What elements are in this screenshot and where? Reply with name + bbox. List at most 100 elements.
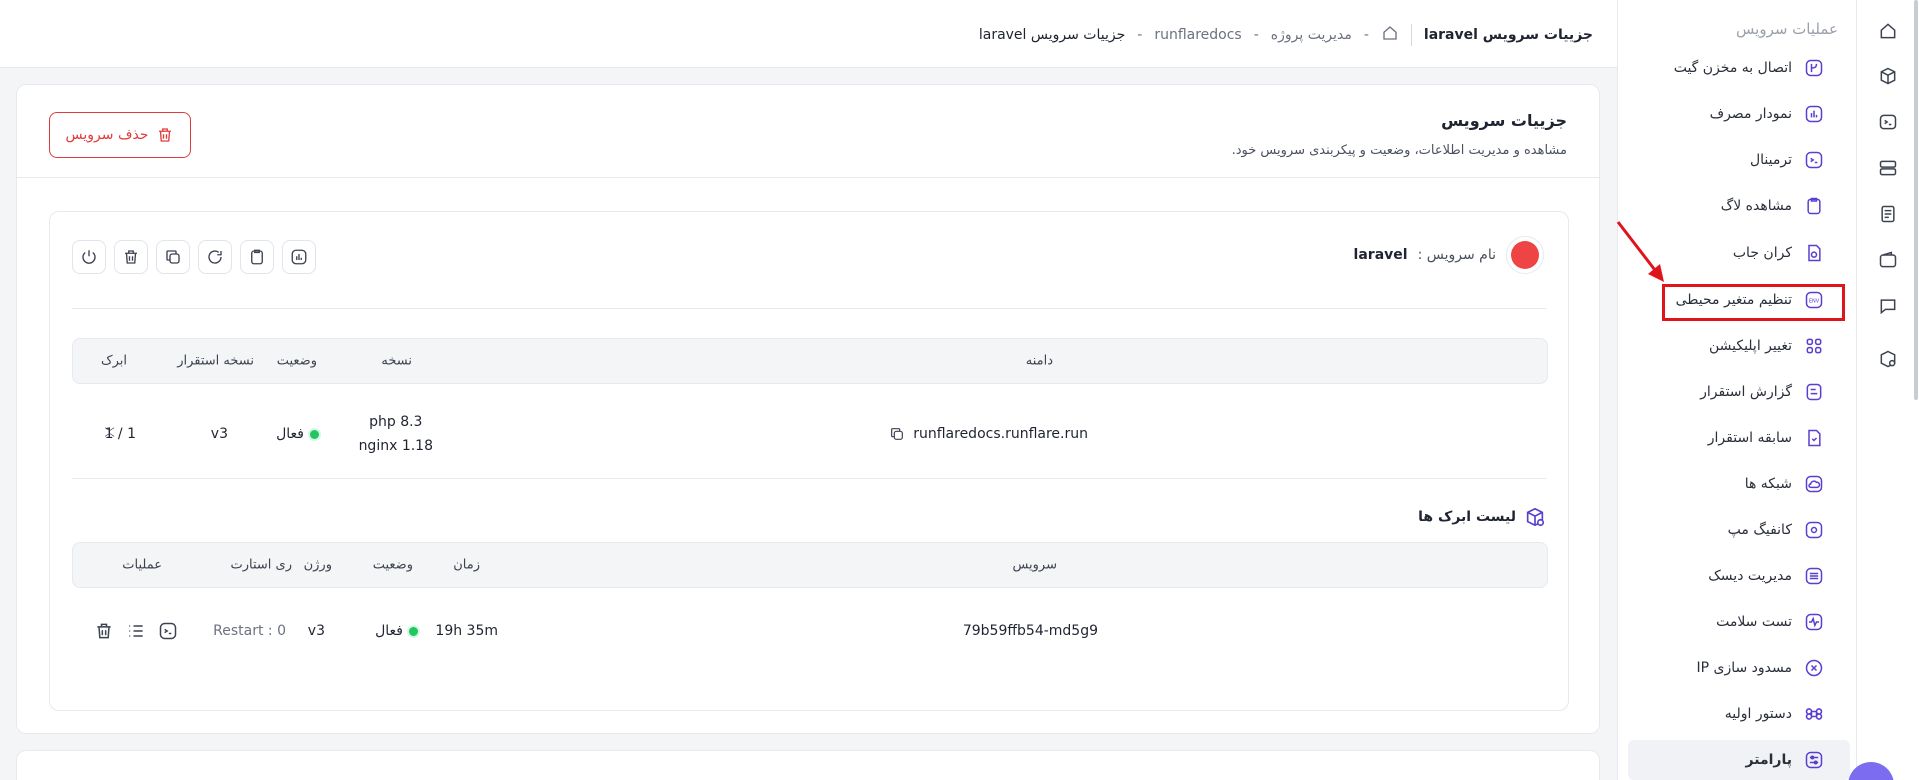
command-icon xyxy=(1804,704,1824,724)
sidebar-item-disk[interactable]: مدیریت دیسک xyxy=(1628,556,1850,596)
sidebar-item-label: شبکه ها xyxy=(1744,476,1792,492)
document-icon[interactable] xyxy=(1877,203,1899,225)
sidebar-item-init-command[interactable]: دستور اولیه xyxy=(1628,694,1850,734)
package-check-icon[interactable] xyxy=(1877,348,1899,370)
delete-button[interactable] xyxy=(114,240,148,274)
report-icon xyxy=(1804,382,1824,402)
terminal-icon[interactable] xyxy=(158,621,178,641)
column-header-cloud: ابرک xyxy=(100,353,127,369)
pod-ops xyxy=(94,621,178,641)
trash-icon[interactable] xyxy=(94,621,114,641)
laravel-logo-icon xyxy=(1506,236,1544,274)
sidebar-item-usage-chart[interactable]: نمودار مصرف xyxy=(1628,94,1850,134)
sidebar-item-networks[interactable]: شبکه ها xyxy=(1628,464,1850,504)
table-row: 79b59ffb54-md5g9 19h 35m فعال v3 Restart… xyxy=(72,596,1548,666)
sidebar-item-change-app[interactable]: تغییر اپلیکیشن xyxy=(1628,326,1850,366)
deploy-version-cell: v3 xyxy=(210,426,228,442)
sidebar-item-parameter[interactable]: پارامتر xyxy=(1628,740,1850,780)
cloud-stepper[interactable]: 1 / 1 ︿ ﹀ xyxy=(105,426,136,442)
service-name: نام سرویس : laravel xyxy=(1354,236,1544,274)
column-header-deploy-version: نسخه استقرار xyxy=(177,353,254,369)
breadcrumb-project[interactable]: runflaredocs xyxy=(1154,27,1241,43)
sidebar-item-deploy-report[interactable]: گزارش استقرار xyxy=(1628,372,1850,412)
delete-service-button[interactable]: حذف سرویس xyxy=(49,112,191,158)
home-icon[interactable] xyxy=(1381,24,1399,46)
service-name-value: laravel xyxy=(1353,247,1408,263)
table-row: runflaredocs.runflare.run php 8.3 nginx … xyxy=(72,392,1548,476)
status-badge: فعال xyxy=(276,426,319,442)
sidebar-item-health-check[interactable]: تست سلامت xyxy=(1628,602,1850,642)
version-cell: php 8.3 nginx 1.18 xyxy=(359,410,433,458)
pod-restarts-cell: Restart : 0 xyxy=(213,623,286,639)
copy-icon[interactable] xyxy=(889,426,905,442)
pod-version-cell: v3 xyxy=(307,623,325,639)
sidebar-item-terminal[interactable]: ترمینال xyxy=(1628,140,1850,180)
sidebar-item-label: کانفیگ مپ xyxy=(1727,522,1792,538)
sidebar-item-ip-block[interactable]: مسدود سازی IP xyxy=(1628,648,1850,688)
copy-icon xyxy=(166,250,180,264)
chevron-down-icon[interactable]: ﹀ xyxy=(105,428,115,440)
service-details-card: جزییات سرویس مشاهده و مدیریت اطلاعات، وض… xyxy=(16,84,1600,734)
sidebar-item-label: تغییر اپلیکیشن xyxy=(1708,338,1792,354)
sidebar-item-configmap[interactable]: کانفیگ مپ xyxy=(1628,510,1850,550)
server-icon[interactable] xyxy=(1877,157,1899,179)
column-header-service: سرویس xyxy=(1012,557,1057,573)
divider xyxy=(72,308,1546,309)
pods-list-title: لیست ابرک ها xyxy=(1418,506,1546,528)
package-check-icon xyxy=(1526,507,1545,527)
delete-service-label: حذف سرویس xyxy=(65,127,149,143)
breadcrumb-separator: - xyxy=(1363,27,1369,43)
git-branch-icon xyxy=(1804,58,1824,78)
wallet-icon[interactable] xyxy=(1877,249,1899,271)
column-header-status: وضعیت xyxy=(276,353,317,369)
sidebar-item-label: مدیریت دیسک xyxy=(1708,568,1792,584)
sidebar-item-label: مشاهده لاگ xyxy=(1720,198,1792,214)
sidebar-item-label: اتصال به مخزن گیت xyxy=(1673,60,1792,76)
terminal-icon[interactable] xyxy=(1877,111,1899,133)
sidebar-item-label: کران جاب xyxy=(1732,245,1792,261)
pods-table-header: سرویس زمان وضعیت ورژن ری استارت عملیات xyxy=(72,542,1548,588)
logs-button[interactable] xyxy=(240,240,274,274)
annotation-highlight-box xyxy=(1662,284,1845,321)
chart-button[interactable] xyxy=(282,240,316,274)
clipboard-icon xyxy=(251,249,263,265)
scrollbar[interactable] xyxy=(1914,0,1918,400)
sidebar-item-deploy-history[interactable]: سابقه استقرار xyxy=(1628,418,1850,458)
column-header-version: نسخه xyxy=(381,353,412,369)
apps-icon xyxy=(1804,336,1824,356)
pod-name-cell: 79b59ffb54-md5g9 xyxy=(962,623,1098,639)
domain-link[interactable]: runflaredocs.runflare.run xyxy=(913,426,1088,442)
status-text: فعال xyxy=(276,426,304,442)
version-nginx: nginx 1.18 xyxy=(358,438,433,454)
chat-icon[interactable] xyxy=(1877,295,1899,317)
power-button[interactable] xyxy=(72,240,106,274)
divider xyxy=(72,478,1546,479)
clipboard-icon xyxy=(1804,196,1824,216)
refresh-icon xyxy=(208,250,222,264)
home-icon[interactable] xyxy=(1877,20,1899,42)
sidebar-item-label: گزارش استقرار xyxy=(1700,384,1792,400)
sidebar-item-label: پارامتر xyxy=(1745,752,1792,768)
column-header-restarts: ری استارت xyxy=(230,557,293,573)
terminal-icon xyxy=(1804,150,1824,170)
breadcrumb: جزییات سرویس laravel - مدیریت پروژه - ru… xyxy=(979,24,1593,46)
sidebar-item-git[interactable]: اتصال به مخزن گیت xyxy=(1628,48,1850,88)
status-dot-icon xyxy=(310,429,319,439)
sidebar-item-label: نمودار مصرف xyxy=(1709,106,1792,122)
trash-icon xyxy=(159,128,172,142)
gear-icon xyxy=(1804,520,1824,540)
disk-icon xyxy=(1804,566,1824,586)
block-icon xyxy=(1804,658,1824,678)
service-toolbar xyxy=(72,240,316,274)
sidebar-item-label: تست سلامت xyxy=(1716,614,1792,630)
box-icon[interactable] xyxy=(1877,65,1899,87)
list-icon[interactable] xyxy=(126,621,146,641)
restart-button[interactable] xyxy=(198,240,232,274)
status-badge: فعال xyxy=(375,623,418,639)
divider xyxy=(1410,24,1412,46)
clone-button[interactable] xyxy=(156,240,190,274)
breadcrumb-project-management[interactable]: مدیریت پروژه xyxy=(1271,27,1352,43)
breadcrumb-separator: - xyxy=(1253,27,1259,43)
column-header-version: ورژن xyxy=(303,557,332,573)
top-bar: جزییات سرویس laravel - مدیریت پروژه - ru… xyxy=(0,0,1617,68)
